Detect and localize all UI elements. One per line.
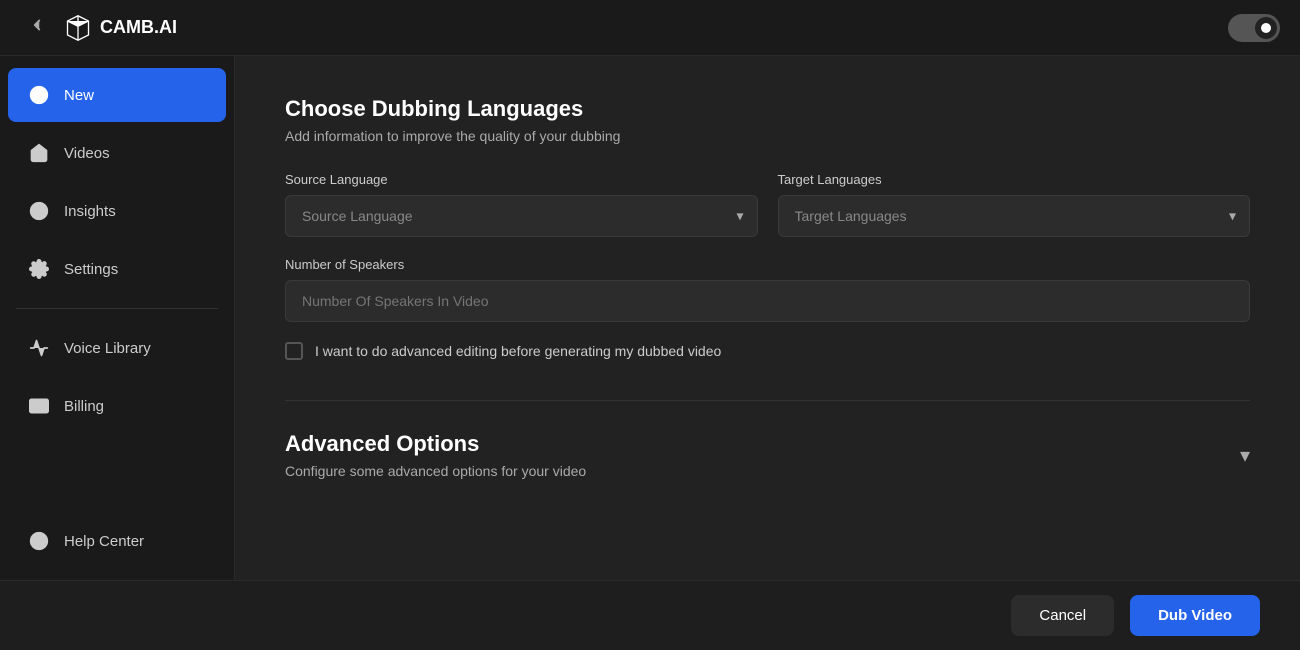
settings-icon (28, 258, 50, 280)
topbar: CAMB.AI (0, 0, 1300, 56)
num-speakers-input[interactable] (285, 280, 1250, 322)
sidebar-item-voice-library[interactable]: Voice Library (8, 321, 226, 375)
footer: Cancel Dub Video (0, 580, 1300, 650)
back-button[interactable] (20, 12, 54, 43)
content-area: Choose Dubbing Languages Add information… (235, 56, 1300, 580)
sidebar-item-voice-library-label: Voice Library (64, 340, 151, 357)
dubbing-subtitle: Add information to improve the quality o… (285, 128, 1250, 144)
advanced-editing-checkbox-row: I want to do advanced editing before gen… (285, 342, 1250, 360)
sidebar-item-insights[interactable]: Insights (8, 184, 226, 238)
target-languages-select-wrapper: Target Languages English Spanish French … (778, 195, 1251, 237)
credit-card-icon (28, 395, 50, 417)
toggle-track (1228, 14, 1280, 42)
sidebar-spacer (0, 435, 234, 512)
toggle-thumb (1255, 17, 1277, 39)
sidebar-item-settings-label: Settings (64, 261, 118, 278)
source-language-select-wrapper: Source Language English Spanish French G… (285, 195, 758, 237)
advanced-options-section: Advanced Options Configure some advanced… (285, 401, 1250, 479)
waveform-icon (28, 337, 50, 359)
source-language-select[interactable]: Source Language English Spanish French G… (285, 195, 758, 237)
camb-logo-icon (64, 14, 92, 42)
logo: CAMB.AI (64, 14, 177, 42)
dub-video-button[interactable]: Dub Video (1130, 595, 1260, 636)
advanced-editing-checkbox[interactable] (285, 342, 303, 360)
target-languages-label: Target Languages (778, 172, 1251, 187)
advanced-chevron-icon: ▾ (1240, 443, 1250, 468)
source-language-label: Source Language (285, 172, 758, 187)
sidebar-item-billing-label: Billing (64, 398, 104, 415)
num-speakers-label: Number of Speakers (285, 257, 1250, 272)
home-icon (28, 142, 50, 164)
main-layout: New Videos Insights (0, 56, 1300, 580)
cancel-button[interactable]: Cancel (1011, 595, 1114, 636)
help-circle-icon (28, 530, 50, 552)
theme-toggle[interactable] (1228, 14, 1280, 42)
plus-circle-icon (28, 84, 50, 106)
advanced-subtitle: Configure some advanced options for your… (285, 463, 586, 479)
sidebar-divider (16, 308, 218, 309)
sidebar-item-new[interactable]: New (8, 68, 226, 122)
num-speakers-group: Number of Speakers (285, 257, 1250, 322)
chevron-left-icon (28, 16, 46, 34)
sidebar-item-settings[interactable]: Settings (8, 242, 226, 296)
source-language-group: Source Language Source Language English … (285, 172, 758, 237)
sidebar-item-help-center-label: Help Center (64, 533, 144, 550)
dubbing-languages-section: Choose Dubbing Languages Add information… (285, 96, 1250, 401)
advanced-options-header[interactable]: Advanced Options Configure some advanced… (285, 431, 1250, 479)
target-languages-select[interactable]: Target Languages English Spanish French … (778, 195, 1251, 237)
circle-dot-icon (28, 200, 50, 222)
sidebar-item-insights-label: Insights (64, 203, 116, 220)
advanced-title: Advanced Options (285, 431, 586, 457)
content-inner: Choose Dubbing Languages Add information… (235, 56, 1300, 519)
dubbing-title: Choose Dubbing Languages (285, 96, 1250, 122)
sidebar-item-help-center[interactable]: Help Center (8, 514, 226, 568)
sidebar-item-videos-label: Videos (64, 145, 110, 162)
sidebar-item-billing[interactable]: Billing (8, 379, 226, 433)
sidebar-item-videos[interactable]: Videos (8, 126, 226, 180)
sidebar: New Videos Insights (0, 56, 235, 580)
advanced-options-text: Advanced Options Configure some advanced… (285, 431, 586, 479)
language-row: Source Language Source Language English … (285, 172, 1250, 237)
target-languages-group: Target Languages Target Languages Englis… (778, 172, 1251, 237)
topbar-left: CAMB.AI (20, 12, 177, 43)
logo-text: CAMB.AI (100, 17, 177, 38)
sidebar-item-new-label: New (64, 87, 94, 104)
advanced-editing-label: I want to do advanced editing before gen… (315, 343, 721, 359)
